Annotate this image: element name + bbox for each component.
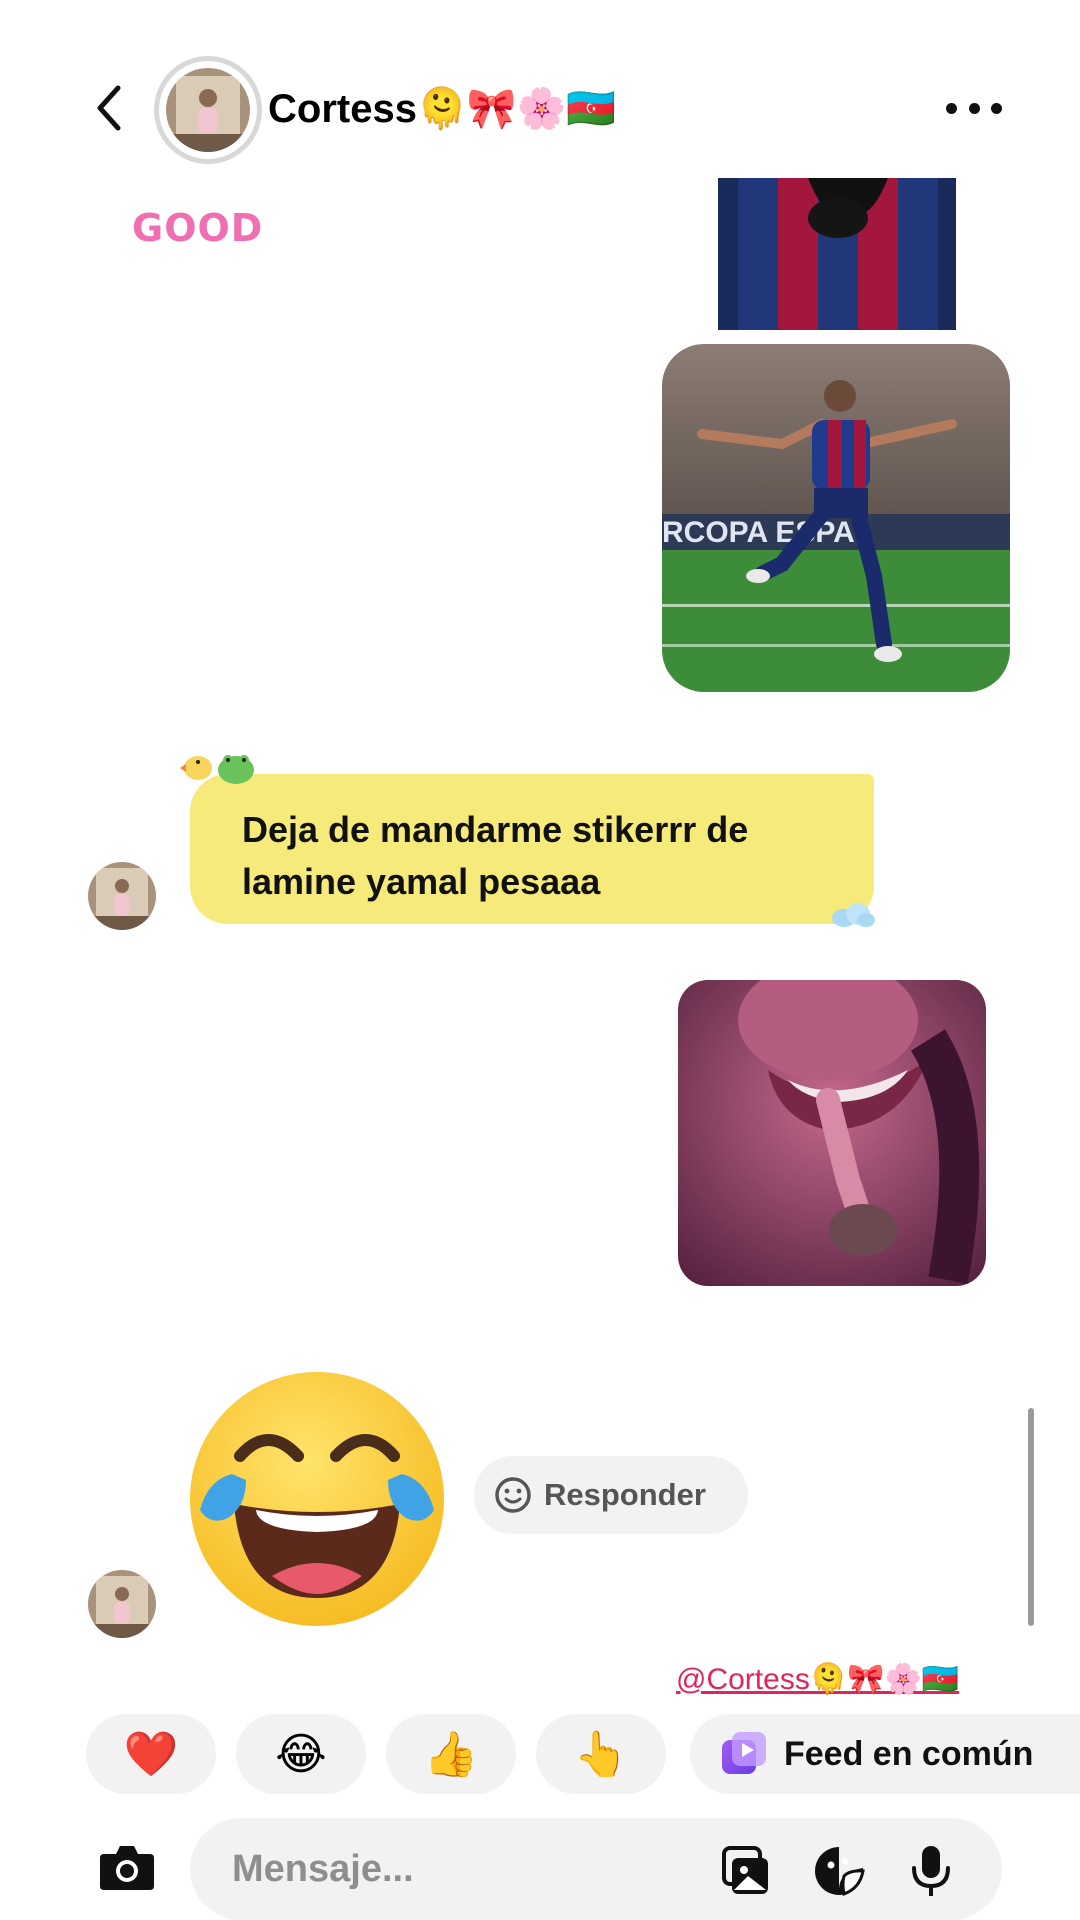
chevron-left-icon bbox=[97, 85, 121, 131]
dot bbox=[968, 102, 980, 114]
quick-reaction-heart[interactable]: ❤️ bbox=[86, 1714, 216, 1794]
avatar-photo bbox=[166, 68, 250, 152]
duck-frog-icon bbox=[180, 755, 254, 784]
shared-feed-icon bbox=[722, 1732, 766, 1774]
chat-header: Cortess🫠🎀🌸🇦🇿 bbox=[0, 0, 1080, 180]
message-composer bbox=[190, 1818, 1002, 1920]
sent-image-soccer[interactable]: RCOPA ESPA bbox=[662, 344, 1010, 692]
point-up-icon: 👆 bbox=[573, 1730, 629, 1779]
message-bubble: Deja de mandarme stikerrr de lamine yama… bbox=[190, 774, 874, 924]
back-button[interactable] bbox=[90, 82, 130, 134]
dot bbox=[946, 102, 957, 114]
laugh-icon: 😂 bbox=[275, 1729, 327, 1779]
laughing-tears-emoji[interactable] bbox=[188, 1370, 446, 1628]
dot bbox=[991, 102, 1002, 114]
mention-link[interactable]: @Cortess🫠🎀🌸🇦🇿 bbox=[676, 1662, 959, 1697]
contact-avatar[interactable] bbox=[154, 56, 262, 164]
heart-icon: ❤️ bbox=[123, 1730, 179, 1779]
feed-chip-label: Feed en común bbox=[784, 1734, 1034, 1773]
smiley-icon bbox=[495, 1477, 531, 1513]
sender-avatar[interactable] bbox=[88, 862, 156, 930]
sent-image-partial[interactable] bbox=[718, 178, 956, 330]
message-input[interactable] bbox=[232, 1844, 692, 1894]
thumbs-up-icon: 👍 bbox=[423, 1730, 479, 1779]
message-text: Deja de mandarme stikerrr de lamine yama… bbox=[242, 809, 749, 902]
sender-avatar[interactable] bbox=[88, 1570, 156, 1638]
camera-icon[interactable] bbox=[98, 1842, 156, 1892]
sticker-icon[interactable] bbox=[812, 1844, 866, 1898]
contact-name[interactable]: Cortess🫠🎀🌸🇦🇿 bbox=[268, 84, 616, 134]
sticker-good[interactable]: GOOD bbox=[132, 206, 263, 250]
cloud-icon bbox=[832, 903, 875, 927]
reply-label: Responder bbox=[544, 1477, 706, 1512]
feed-en-comun-button[interactable]: Feed en común bbox=[690, 1714, 1080, 1794]
more-options-button[interactable] bbox=[946, 96, 1002, 120]
gallery-icon[interactable] bbox=[718, 1844, 772, 1898]
sent-video[interactable] bbox=[678, 980, 986, 1286]
scrollbar[interactable] bbox=[1028, 1408, 1034, 1626]
microphone-icon[interactable] bbox=[904, 1844, 958, 1898]
quick-reaction-thumbs-up[interactable]: 👍 bbox=[386, 1714, 516, 1794]
quick-reaction-laugh[interactable]: 😂 bbox=[236, 1714, 366, 1794]
received-message[interactable]: Deja de mandarme stikerrr de lamine yama… bbox=[176, 744, 876, 930]
quick-reaction-point-up[interactable]: 👆 bbox=[536, 1714, 666, 1794]
reply-button[interactable]: Responder bbox=[474, 1456, 748, 1534]
